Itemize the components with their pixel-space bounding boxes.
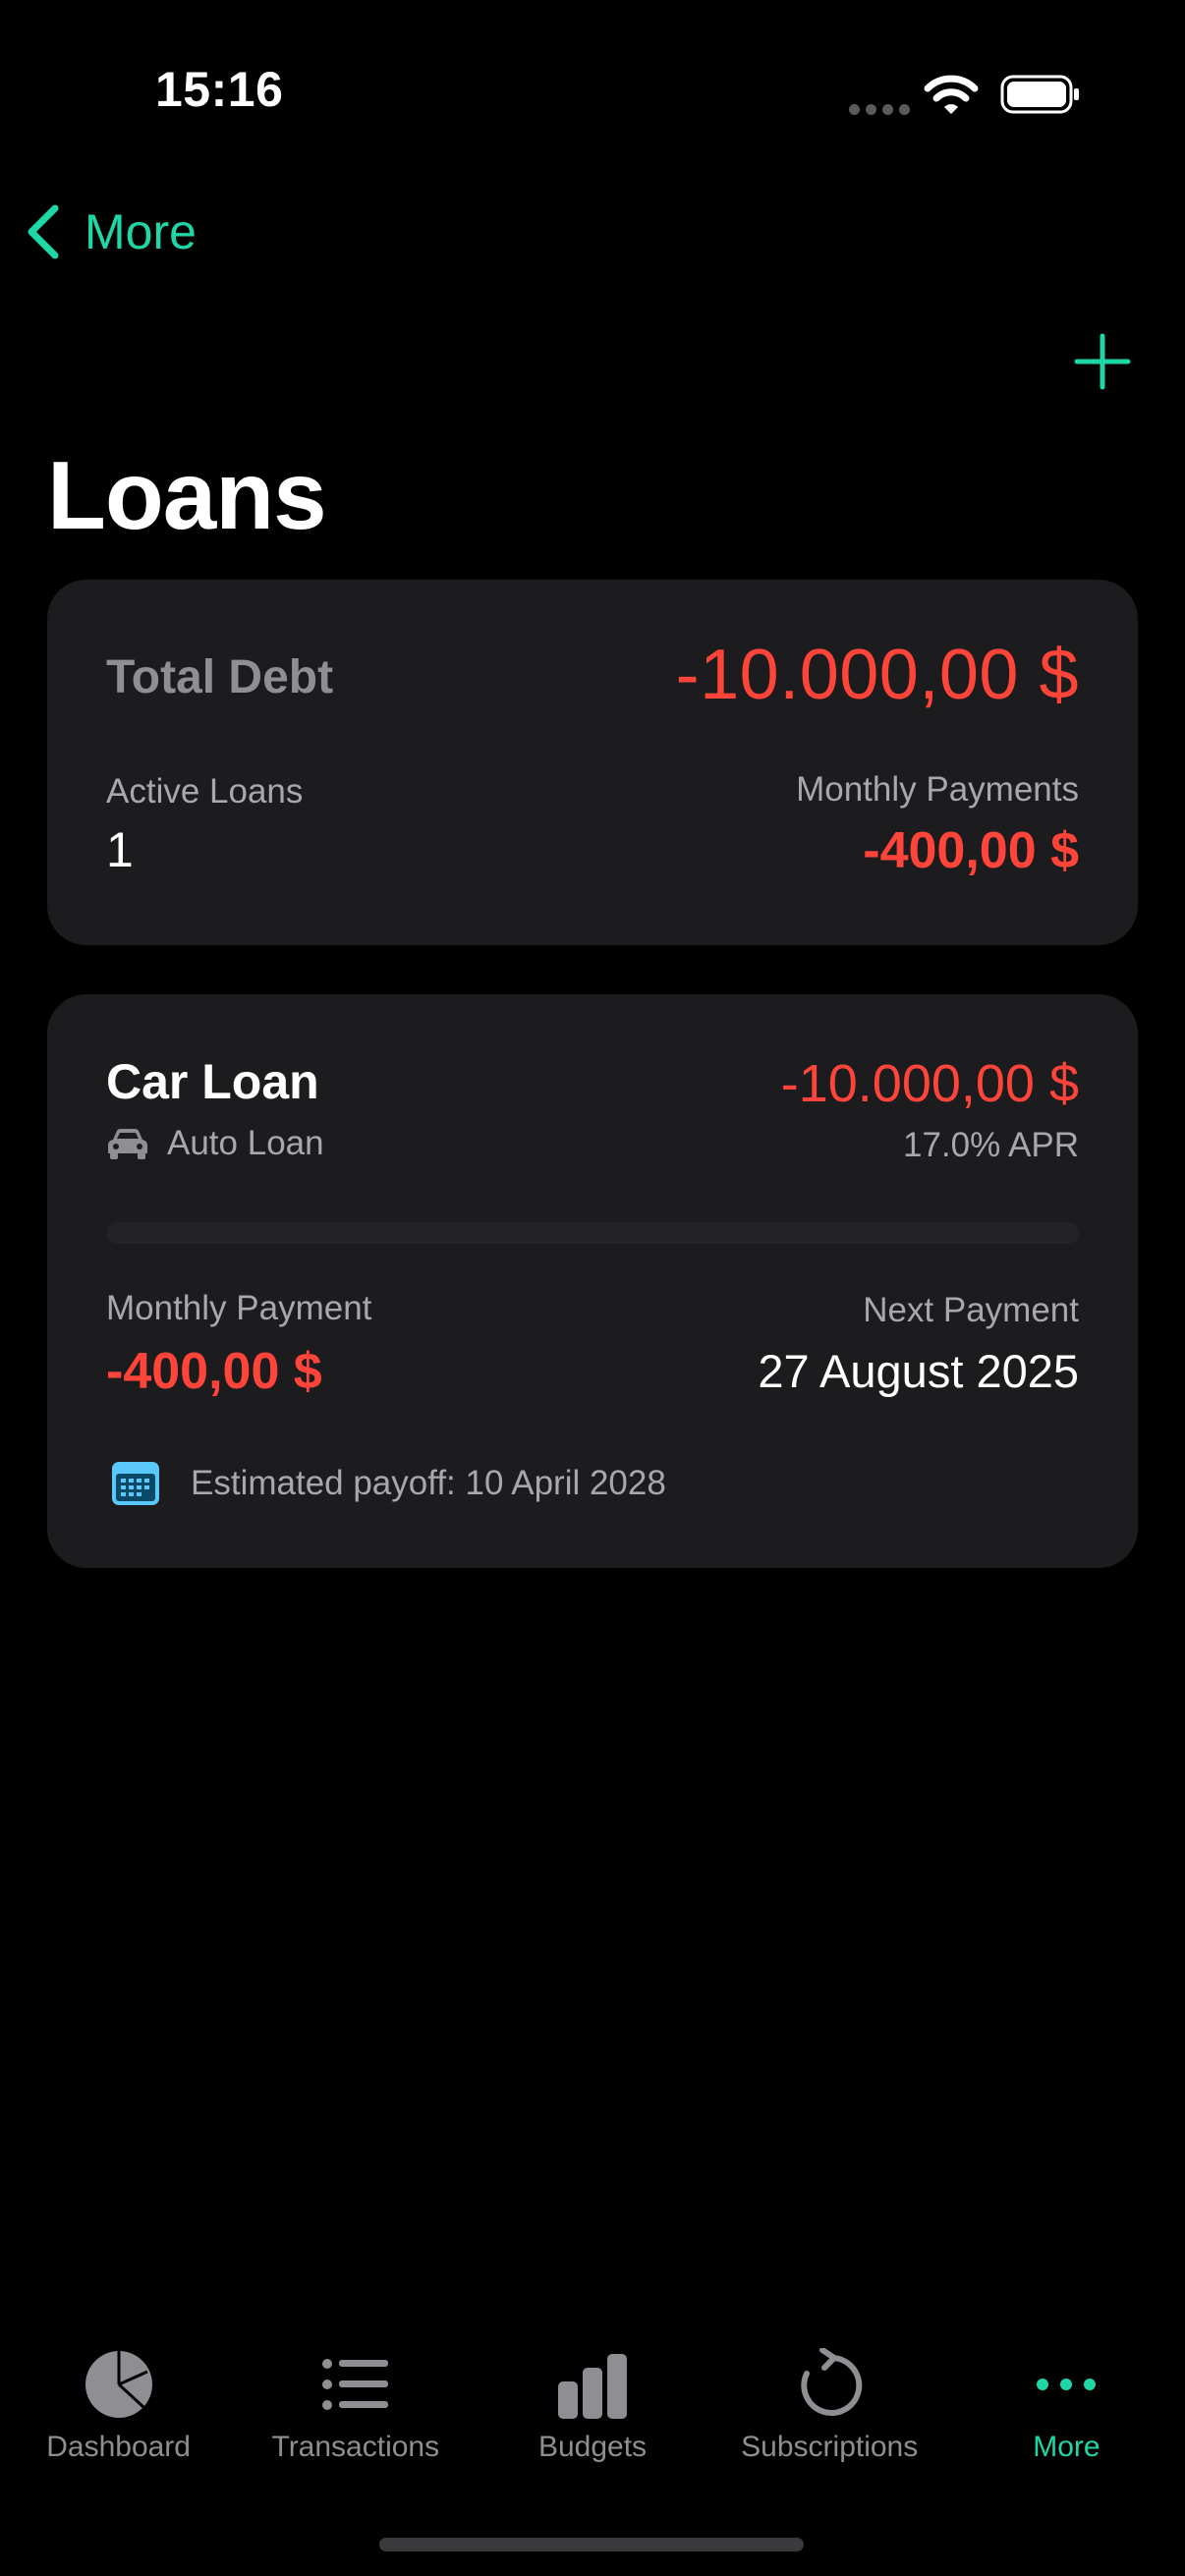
list-icon [321, 2359, 388, 2410]
loan-apr: 17.0% APR [903, 1126, 1079, 1164]
cellular-icon [849, 104, 910, 115]
tab-label: Dashboard [46, 2431, 191, 2463]
refresh-icon [801, 2348, 863, 2416]
active-loans-value: 1 [106, 822, 134, 877]
next-payment-label: Next Payment [863, 1291, 1079, 1329]
loan-type: Auto Loan [167, 1124, 324, 1162]
back-button[interactable]: More [24, 196, 197, 267]
tab-label: Budgets [537, 2431, 648, 2463]
more-icon [1037, 2379, 1097, 2390]
wifi-icon [924, 75, 979, 114]
estimated-payoff-row: Estimated payoff: 10 April 2028 [110, 1460, 666, 1507]
loan-name: Car Loan [106, 1054, 319, 1109]
home-indicator [379, 2538, 804, 2551]
summary-card: Total Debt -10.000,00 $ Active Loans 1 M… [47, 580, 1138, 945]
tab-budgets[interactable]: Budgets [474, 2328, 710, 2486]
monthly-payments-value: -400,00 $ [863, 822, 1079, 879]
loan-type-row: Auto Loan [106, 1124, 324, 1163]
pie-chart-icon [85, 2351, 152, 2418]
monthly-payments-label: Monthly Payments [796, 770, 1079, 809]
back-label: More [85, 204, 197, 259]
tab-label: Transactions [271, 2431, 440, 2463]
bar-chart-icon [558, 2354, 627, 2419]
total-debt-value: -10.000,00 $ [675, 636, 1079, 714]
monthly-payment-label: Monthly Payment [106, 1289, 372, 1327]
page-title: Loans [47, 441, 327, 549]
tab-bar: Dashboard Transactions Budgets Subscript… [0, 2328, 1185, 2486]
next-payment-value: 27 August 2025 [758, 1345, 1079, 1397]
loans-screen: 15:16 More Loans Total Debt -10.000,00 $… [0, 0, 1185, 2576]
tab-label: Subscriptions [741, 2431, 919, 2463]
payoff-progress-bar [106, 1222, 1079, 1244]
add-loan-button[interactable] [1073, 332, 1132, 391]
car-icon [108, 1129, 147, 1159]
estimated-payoff-text: Estimated payoff: 10 April 2028 [191, 1464, 666, 1502]
monthly-payment-value: -400,00 $ [106, 1343, 322, 1400]
tab-dashboard[interactable]: Dashboard [0, 2328, 237, 2486]
calendar-icon [112, 1462, 159, 1505]
active-loans-label: Active Loans [106, 772, 304, 811]
battery-icon [1000, 75, 1079, 114]
tab-transactions[interactable]: Transactions [237, 2328, 474, 2486]
total-debt-label: Total Debt [106, 651, 334, 703]
tab-label: More [1033, 2431, 1100, 2463]
chevron-left-icon [28, 204, 59, 259]
loan-card[interactable]: Car Loan Auto Loan -10.000,00 $ 17.0% AP… [47, 994, 1138, 1568]
loan-amount: -10.000,00 $ [780, 1054, 1079, 1113]
tab-more[interactable]: More [948, 2328, 1185, 2486]
status-time: 15:16 [155, 62, 284, 117]
tab-subscriptions[interactable]: Subscriptions [711, 2328, 948, 2486]
